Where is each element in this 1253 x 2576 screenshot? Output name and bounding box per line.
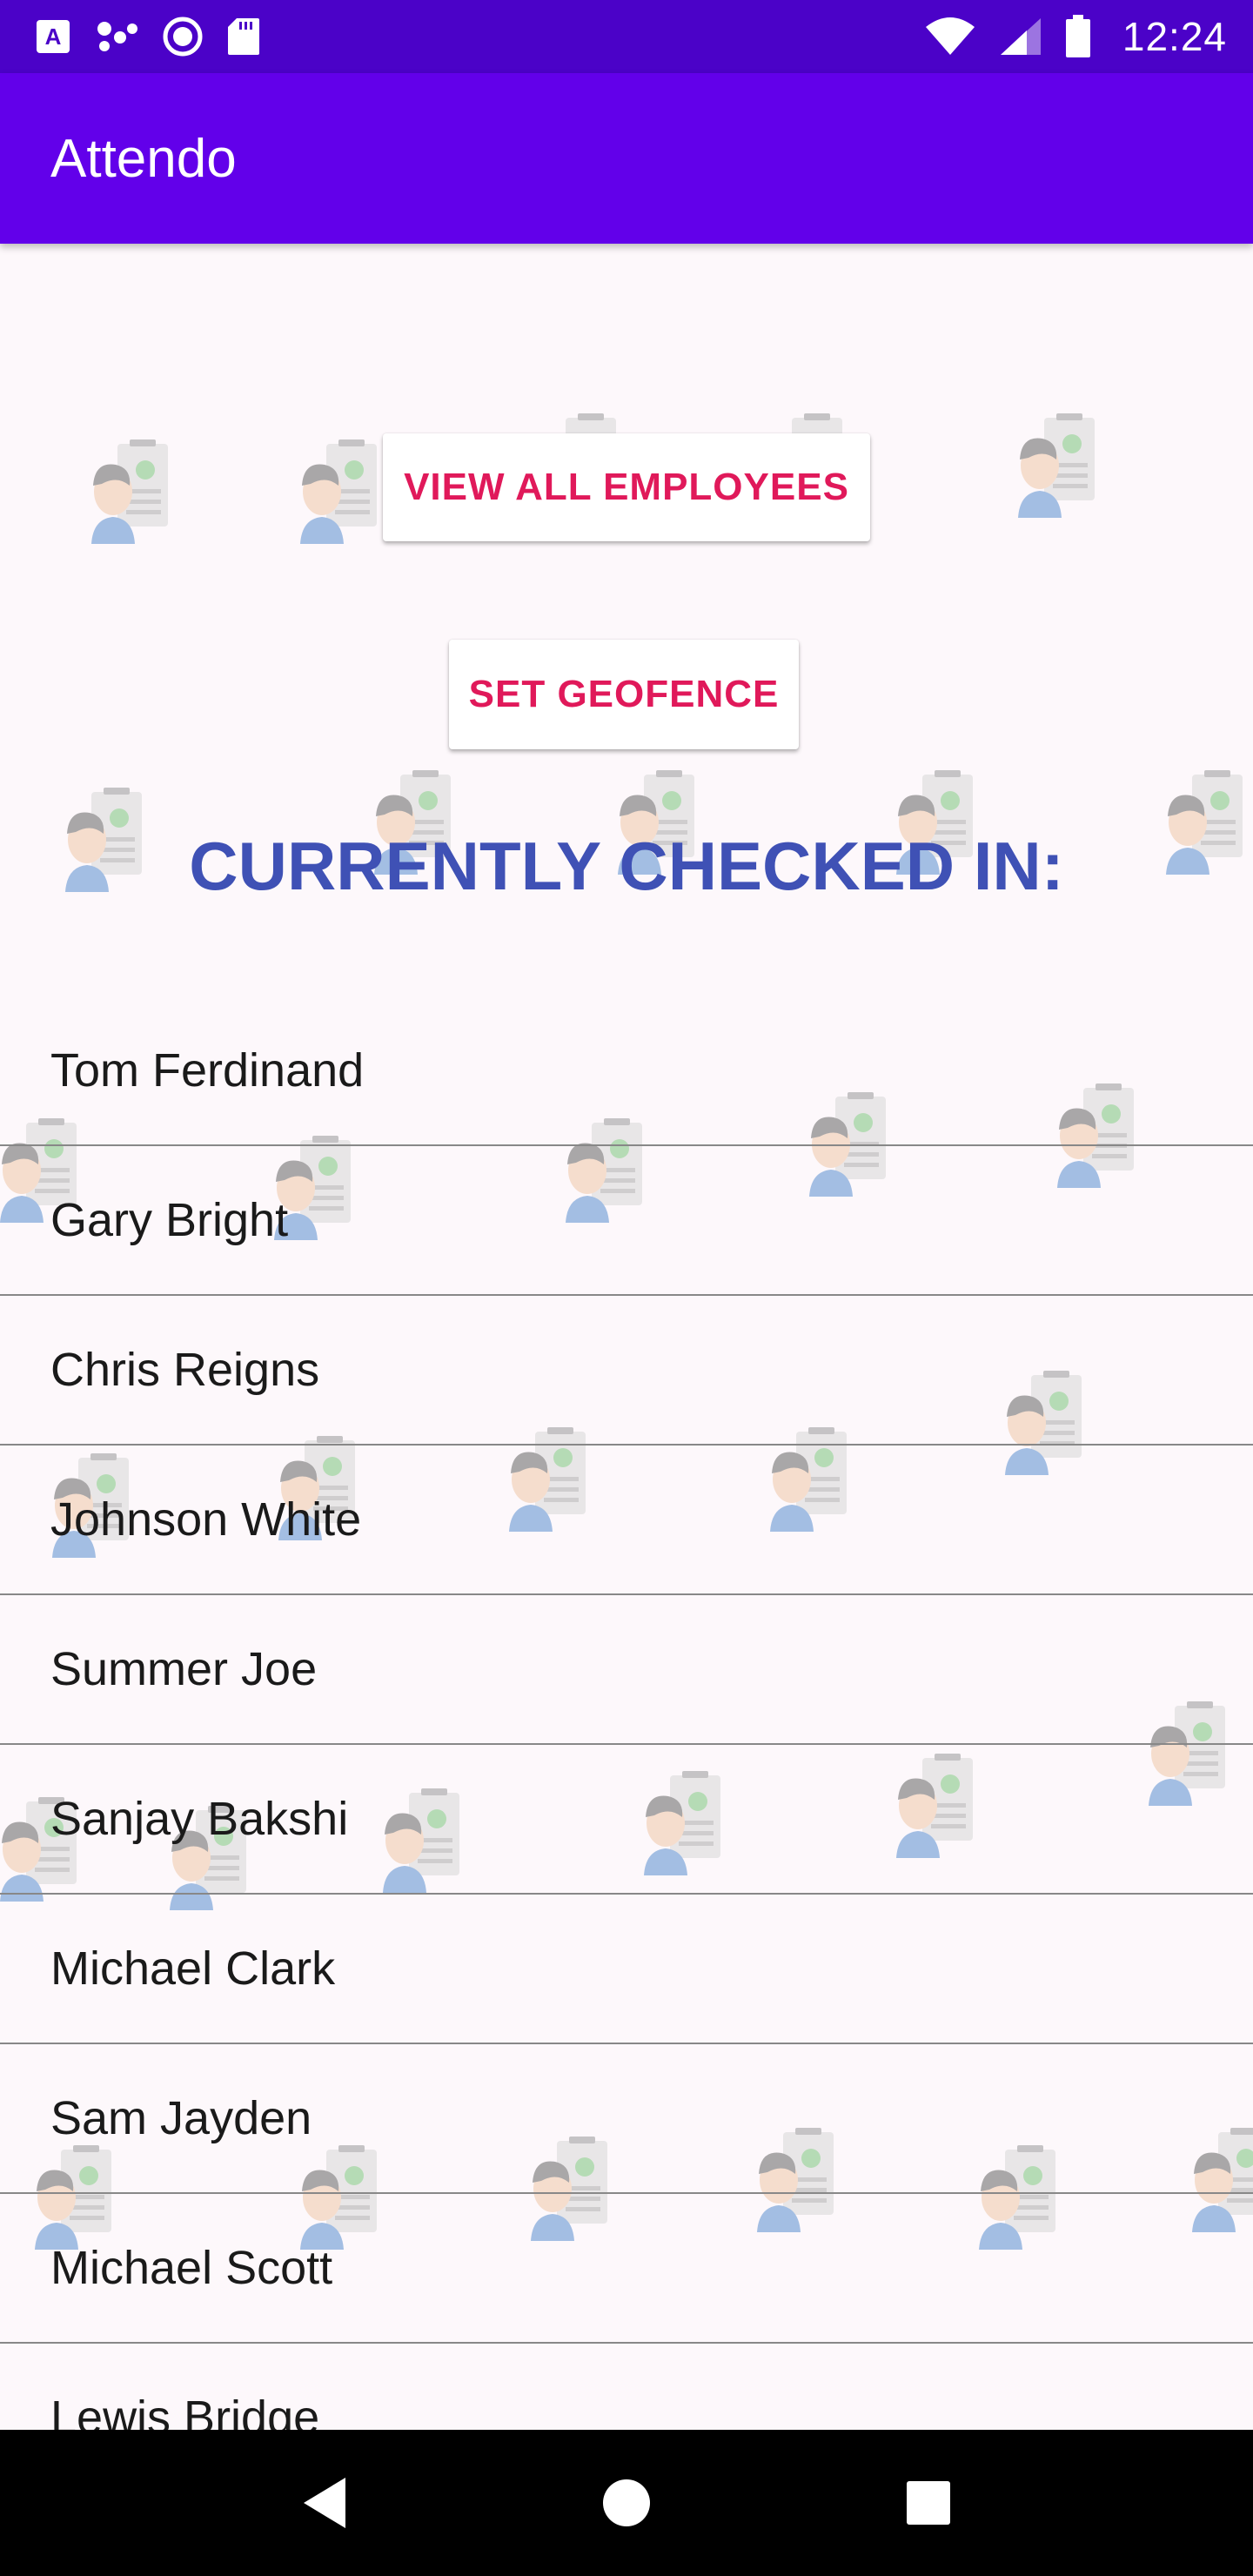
share-dots-icon xyxy=(94,18,139,55)
status-bar: A 12:24 xyxy=(0,0,1253,73)
wifi-icon xyxy=(924,17,976,57)
checked-in-heading: CURRENTLY CHECKED IN: xyxy=(189,828,1064,904)
view-all-employees-button[interactable]: VIEW ALL EMPLOYEES xyxy=(383,433,870,541)
list-item[interactable]: Johnson White xyxy=(0,1446,1253,1595)
checked-in-list[interactable]: Tom Ferdinand Gary Bright Chris Reigns J… xyxy=(0,996,1253,2430)
status-left-icons: A xyxy=(35,16,261,57)
main-content[interactable]: VIEW ALL EMPLOYEES SET GEOFENCE CURRENTL… xyxy=(0,244,1253,2430)
signal-icon xyxy=(999,17,1042,57)
list-item[interactable]: Michael Clark xyxy=(0,1895,1253,2044)
app-title: Attendo xyxy=(50,128,237,189)
list-item[interactable]: Sanjay Bakshi xyxy=(0,1745,1253,1895)
list-item[interactable]: Gary Bright xyxy=(0,1146,1253,1296)
list-item[interactable]: Michael Scott xyxy=(0,2194,1253,2344)
status-time: 12:24 xyxy=(1122,14,1227,59)
back-icon[interactable] xyxy=(272,2451,377,2555)
battery-icon xyxy=(1065,15,1091,58)
sd-card-icon xyxy=(226,17,261,57)
keyboard-a-icon: A xyxy=(35,18,71,55)
list-item[interactable]: Sam Jayden xyxy=(0,2044,1253,2194)
list-item[interactable]: Tom Ferdinand xyxy=(0,996,1253,1146)
list-item[interactable]: Lewis Bridge xyxy=(0,2344,1253,2430)
status-right-icons: 12:24 xyxy=(924,13,1227,60)
circle-record-icon xyxy=(162,16,204,57)
list-item[interactable]: Chris Reigns xyxy=(0,1296,1253,1446)
navigation-bar xyxy=(0,2430,1253,2576)
home-icon[interactable] xyxy=(574,2451,679,2555)
app-bar: Attendo xyxy=(0,73,1253,244)
recents-icon[interactable] xyxy=(876,2451,981,2555)
list-item[interactable]: Summer Joe xyxy=(0,1595,1253,1745)
svg-text:A: A xyxy=(45,23,62,50)
set-geofence-button[interactable]: SET GEOFENCE xyxy=(449,640,799,749)
